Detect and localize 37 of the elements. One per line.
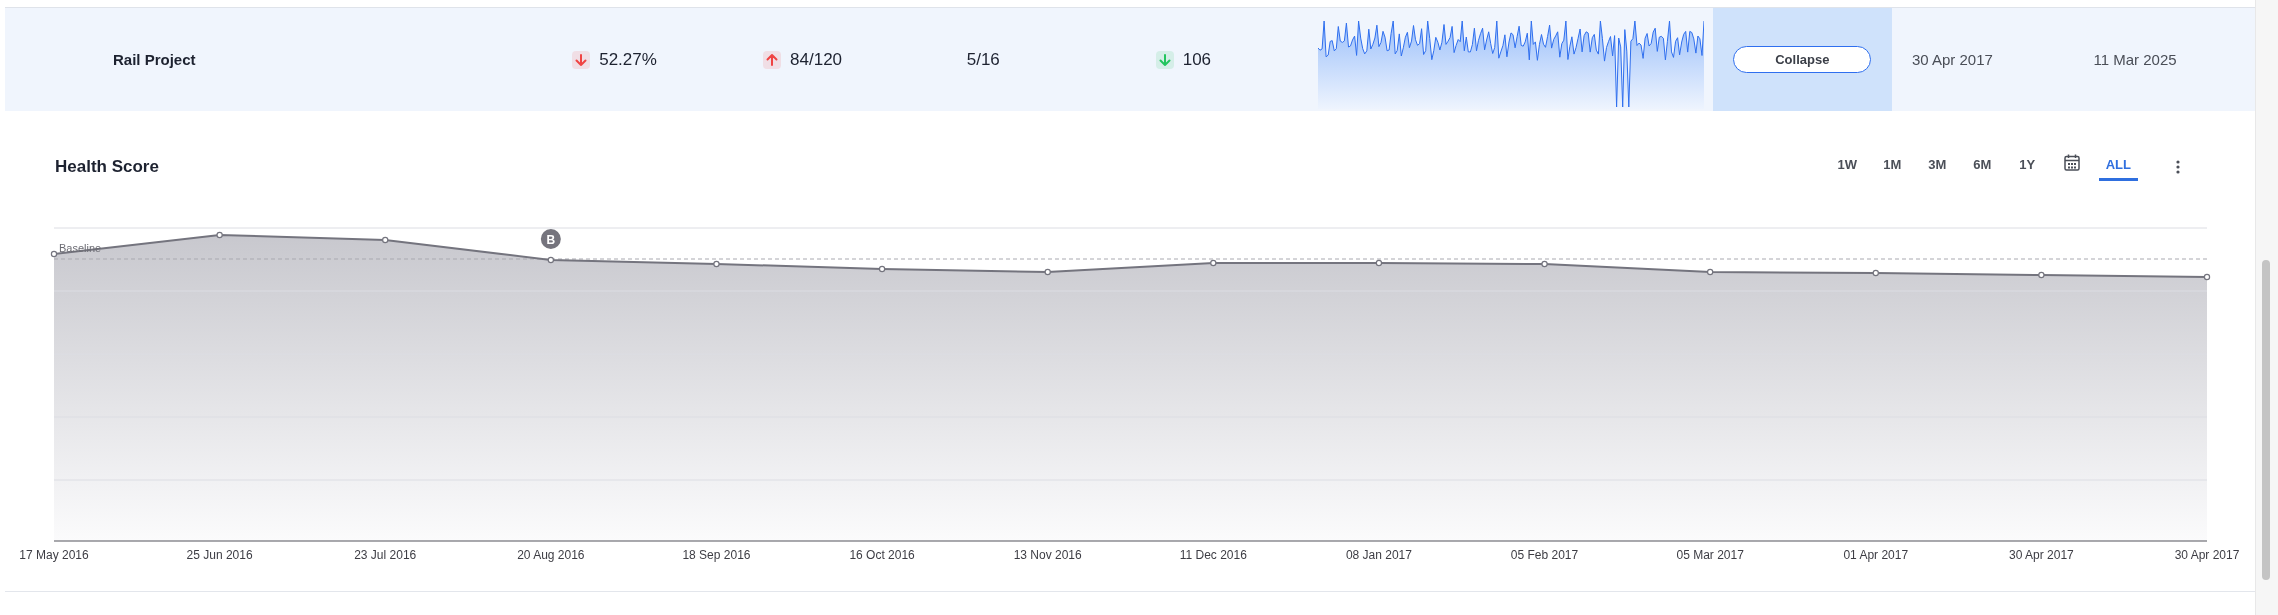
- x-axis-label: 23 Jul 2016: [354, 548, 417, 562]
- marker-badge[interactable]: B: [540, 229, 561, 249]
- range-tab[interactable]: 3M: [1918, 152, 1956, 181]
- x-axis-label: 05 Feb 2017: [1510, 548, 1579, 562]
- x-axis-label: 05 Mar 2017: [1676, 548, 1744, 562]
- x-axis-label: 13 Nov 2016: [1013, 548, 1082, 562]
- metric-value: 84/120: [790, 49, 843, 70]
- x-axis-label: 30 Apr 2017: [2174, 548, 2240, 562]
- collapse-button[interactable]: Collapse: [1733, 46, 1872, 73]
- x-axis-label: 16 Oct 2016: [849, 548, 915, 562]
- range-tab[interactable]: 1M: [1873, 152, 1911, 181]
- scrollbar-thumb[interactable]: [2262, 260, 2270, 580]
- range-tab[interactable]: 1Y: [2008, 152, 2046, 181]
- x-axis-label: 11 Dec 2016: [1179, 548, 1247, 562]
- x-axis-label: 08 Jan 2017: [1345, 548, 1412, 562]
- metric-value: 106: [1182, 49, 1212, 70]
- x-axis-label: 25 Jun 2016: [186, 548, 253, 562]
- arrow-badge-background: [572, 50, 591, 69]
- metric-value: 52.27%: [599, 49, 657, 70]
- project-name[interactable]: Rail Project: [113, 51, 573, 68]
- arrow-badge-background: [1155, 50, 1174, 69]
- range-tab[interactable]: ALL: [2098, 152, 2138, 181]
- end-date: 11 Mar 2025: [2093, 51, 2178, 68]
- baseline-label: Baseline: [59, 242, 102, 254]
- x-axis-label: 30 Apr 2017: [2009, 548, 2074, 562]
- start-date: 30 Apr 2017: [1911, 51, 1994, 68]
- metric-value: 5/16: [966, 49, 1000, 70]
- range-tab[interactable]: 1W: [1828, 152, 1866, 181]
- more-vertical-icon: [2176, 159, 2180, 174]
- x-axis-label: 17 May 2016: [19, 548, 89, 562]
- x-axis-label: 18 Sep 2016: [682, 548, 751, 562]
- x-axis-label: 01 Apr 2017: [1843, 548, 1909, 562]
- panel-title: Health Score: [55, 156, 159, 177]
- arrow-badge-background: [763, 50, 782, 69]
- range-tab[interactable]: 6M: [1963, 152, 2001, 181]
- calendar-icon: [2064, 154, 2081, 171]
- x-axis-label: 20 Aug 2016: [517, 548, 585, 562]
